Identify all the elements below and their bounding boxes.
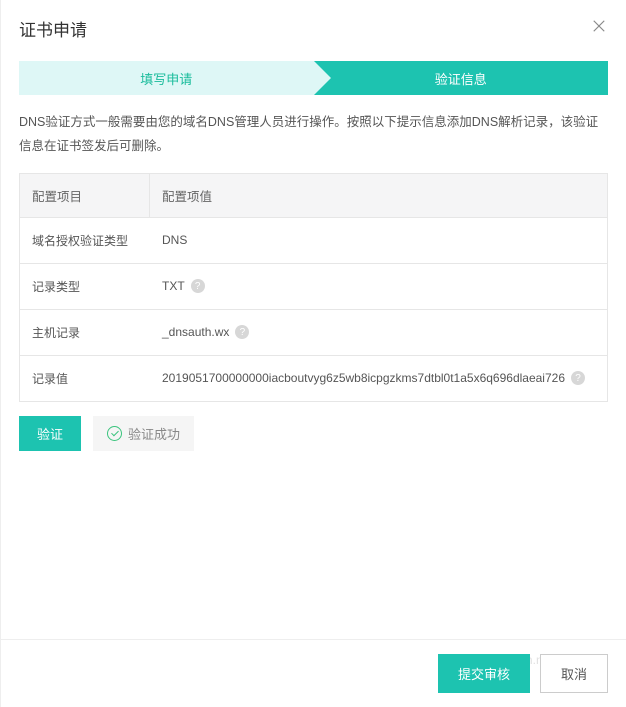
verify-success-status: 验证成功 (93, 416, 194, 451)
table-row: 主机记录 _dnsauth.wx ? (20, 310, 607, 356)
header-config-value: 配置项值 (150, 174, 607, 217)
header-config-item: 配置项目 (20, 174, 150, 217)
row-value: TXT ? (150, 279, 607, 293)
step-bar: 填写申请 验证信息 (19, 61, 608, 95)
step-fill-application[interactable]: 填写申请 (19, 61, 314, 95)
row-value: DNS (150, 233, 607, 247)
close-icon[interactable] (590, 17, 608, 40)
value-text: TXT (162, 279, 185, 293)
modal-title: 证书申请 (19, 16, 87, 41)
modal-header: 证书申请 (1, 0, 626, 55)
table-header: 配置项目 配置项值 (20, 174, 607, 218)
row-label: 记录值 (20, 370, 150, 387)
help-icon[interactable]: ? (235, 325, 249, 339)
step-label: 填写申请 (140, 69, 192, 88)
row-value: 2019051700000000iacboutvyg6z5wb8icpgzkms… (150, 371, 607, 385)
value-text: 2019051700000000iacboutvyg6z5wb8icpgzkms… (162, 371, 565, 385)
row-label: 记录类型 (20, 278, 150, 295)
step-verify-info[interactable]: 验证信息 (314, 61, 609, 95)
verify-actions: 验证 验证成功 (19, 416, 608, 451)
table-row: 域名授权验证类型 DNS (20, 218, 607, 264)
help-icon[interactable]: ? (571, 371, 585, 385)
table-row: 记录类型 TXT ? (20, 264, 607, 310)
modal-footer: 提交审核 取消 (1, 639, 626, 707)
verification-description: DNS验证方式一般需要由您的域名DNS管理人员进行操作。按照以下提示信息添加DN… (19, 111, 608, 159)
row-value: _dnsauth.wx ? (150, 325, 607, 339)
table-row: 记录值 2019051700000000iacboutvyg6z5wb8icpg… (20, 356, 607, 402)
help-icon[interactable]: ? (191, 279, 205, 293)
value-text: _dnsauth.wx (162, 325, 229, 339)
verify-button[interactable]: 验证 (19, 416, 81, 451)
value-text: DNS (162, 233, 187, 247)
row-label: 主机记录 (20, 324, 150, 341)
check-circle-icon (107, 426, 122, 441)
step-label: 验证信息 (435, 69, 487, 88)
config-table: 配置项目 配置项值 域名授权验证类型 DNS 记录类型 TXT ? 主机记录 _… (19, 173, 608, 402)
cancel-button[interactable]: 取消 (540, 654, 608, 693)
certificate-request-modal: 证书申请 填写申请 验证信息 DNS验证方式一般需要由您的域名DNS管理人员进行… (0, 0, 626, 707)
submit-review-button[interactable]: 提交审核 (438, 654, 530, 693)
row-label: 域名授权验证类型 (20, 232, 150, 249)
success-text: 验证成功 (128, 424, 180, 443)
